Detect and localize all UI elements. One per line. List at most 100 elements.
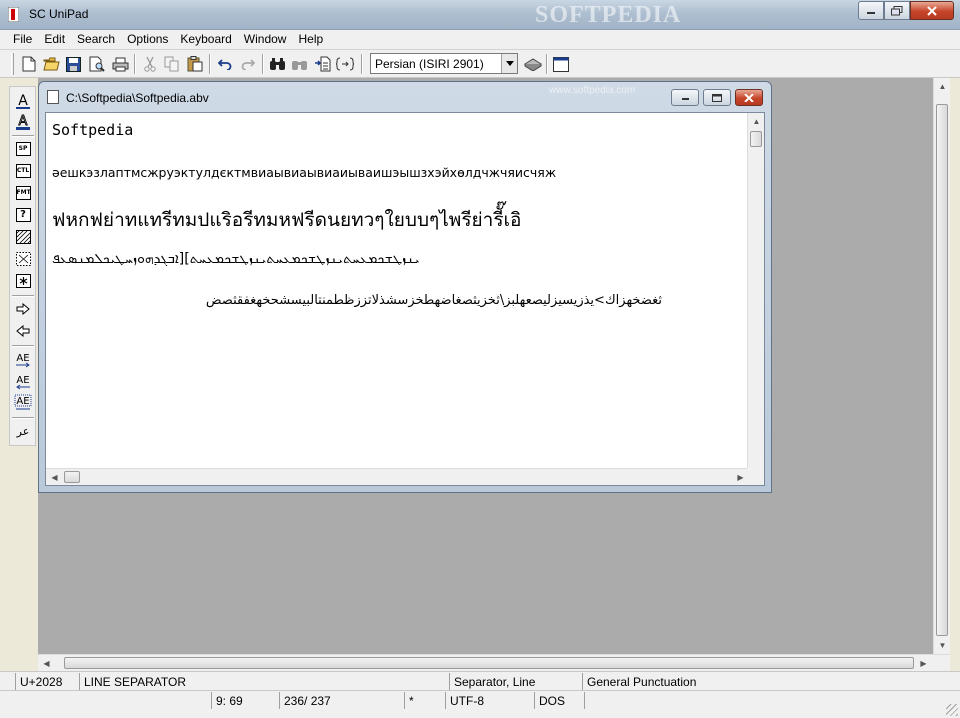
menu-file[interactable]: File bbox=[7, 30, 38, 49]
ltr-direction-button[interactable]: AE bbox=[13, 349, 33, 369]
window-layout-button[interactable] bbox=[550, 53, 572, 75]
menu-options[interactable]: Options bbox=[121, 30, 174, 49]
undo-button[interactable] bbox=[214, 53, 236, 75]
window-icon bbox=[553, 56, 569, 72]
hatch-icon bbox=[15, 230, 31, 244]
text-line: Softpedia bbox=[52, 121, 134, 139]
new-button[interactable] bbox=[18, 53, 40, 75]
minimize-button[interactable] bbox=[858, 1, 884, 20]
arabic-shaping-button[interactable]: عر bbox=[13, 421, 33, 441]
document-minimize-button[interactable] bbox=[671, 89, 699, 106]
maximize-icon bbox=[712, 93, 722, 102]
editor-scroll-left-arrow[interactable]: ◀ bbox=[46, 469, 63, 485]
text-line: ฟหกฟย่าทแทรีทมปแริอรีทมหฟรีดนยทวๆใยบบๆไพ… bbox=[52, 209, 522, 231]
maximize-button[interactable] bbox=[884, 1, 910, 20]
forward-button[interactable] bbox=[13, 299, 33, 319]
ctl-button[interactable]: CTL bbox=[13, 161, 33, 181]
save-button[interactable] bbox=[62, 53, 84, 75]
status-bar-document: 9: 69 236/ 237 * UTF-8 DOS bbox=[0, 690, 960, 718]
dotted-button[interactable] bbox=[13, 249, 33, 269]
back-button[interactable] bbox=[13, 321, 33, 341]
document-title: C:\Softpedia\Softpedia.abv bbox=[66, 91, 209, 105]
replace-button[interactable] bbox=[311, 53, 333, 75]
rtl-direction-button[interactable]: AE bbox=[13, 371, 33, 391]
fmt-icon: FMT bbox=[15, 186, 31, 200]
find-next-icon bbox=[291, 61, 307, 70]
goto-icon bbox=[336, 57, 354, 71]
editor-size-grip[interactable] bbox=[747, 468, 764, 485]
font-button[interactable]: A bbox=[13, 91, 33, 111]
keyboard-button[interactable] bbox=[522, 53, 544, 75]
editor-horizontal-scrollbar[interactable]: ◀ ▶ bbox=[46, 468, 749, 485]
font-outline-button[interactable]: A bbox=[13, 112, 33, 132]
text-line: ܝܢܙܛܫܟܡܥܚܬܝܢܙܛܫܟܡܥܚܬܝܢܙܛܫܟܡܥܚܬ][ܐܒܓܕܗܘܙܚ… bbox=[52, 251, 420, 267]
find-button[interactable] bbox=[266, 53, 288, 75]
document-maximize-button[interactable] bbox=[703, 89, 731, 106]
main-horizontal-thumb[interactable] bbox=[64, 657, 914, 669]
main-vertical-scrollbar[interactable]: ▲ ▼ bbox=[933, 78, 950, 654]
goto-button[interactable] bbox=[334, 53, 356, 75]
print-button[interactable] bbox=[109, 53, 131, 75]
ctl-icon: CTL bbox=[15, 164, 31, 178]
print-preview-button[interactable] bbox=[86, 53, 108, 75]
cut-icon bbox=[144, 56, 156, 72]
text-line: әешкэзлаптмсжруэктулдєктмвиаывиаывиаиыва… bbox=[52, 165, 557, 180]
svg-text:AE: AE bbox=[16, 375, 29, 386]
keyboard-layout-select[interactable]: Persian (ISIRI 2901) bbox=[370, 53, 518, 74]
redo-button[interactable] bbox=[237, 53, 259, 75]
restore-icon bbox=[891, 5, 903, 15]
open-folder-icon bbox=[42, 57, 60, 71]
editor-horizontal-thumb[interactable] bbox=[64, 471, 80, 483]
menu-edit[interactable]: Edit bbox=[38, 30, 71, 49]
star-icon bbox=[15, 274, 31, 288]
close-button[interactable] bbox=[910, 1, 954, 20]
svg-text:AE: AE bbox=[16, 396, 29, 407]
star-button[interactable] bbox=[13, 271, 33, 291]
menu-keyboard[interactable]: Keyboard bbox=[174, 30, 237, 49]
sp-button[interactable]: SP bbox=[13, 139, 33, 159]
open-button[interactable] bbox=[40, 53, 62, 75]
editor-vertical-scrollbar[interactable]: ▲ bbox=[747, 113, 764, 469]
rtl-text-icon: AE bbox=[16, 375, 30, 390]
window-size-grip[interactable] bbox=[946, 704, 958, 716]
editor-vertical-thumb[interactable] bbox=[750, 131, 762, 147]
menu-search[interactable]: Search bbox=[71, 30, 121, 49]
status-line-count: 236/ 237 bbox=[279, 692, 386, 709]
cut-button[interactable] bbox=[139, 53, 161, 75]
main-horizontal-scrollbar[interactable]: ◀ ▶ bbox=[38, 654, 950, 671]
app-title-bar[interactable]: SC UniPad SOFTPEDIA bbox=[0, 0, 960, 30]
watermark-logo: SOFTPEDIA bbox=[535, 2, 682, 28]
status-line-ending: DOS bbox=[534, 692, 584, 709]
dropdown-arrow[interactable] bbox=[501, 54, 517, 73]
keyboard-icon bbox=[524, 58, 542, 71]
scroll-up-arrow[interactable]: ▲ bbox=[934, 78, 951, 95]
hatch-button[interactable] bbox=[13, 227, 33, 247]
document-close-button[interactable] bbox=[735, 89, 763, 106]
vertical-toolbar: A A SP CTL FMT ? AE AE AE عر bbox=[9, 86, 36, 446]
status-char-category: Separator, Line bbox=[449, 673, 582, 690]
close-icon bbox=[744, 93, 754, 102]
paste-button[interactable] bbox=[184, 53, 206, 75]
menu-help[interactable]: Help bbox=[292, 30, 329, 49]
toolbar-grip[interactable] bbox=[11, 53, 14, 75]
text-line: ثغضخهزاك>يذزيسيزليصعهلبز\ثخزيثصغاضهطخزسش… bbox=[205, 293, 662, 308]
find-icon bbox=[269, 58, 285, 70]
copy-button[interactable] bbox=[161, 53, 183, 75]
sp-icon: SP bbox=[15, 142, 31, 156]
document-window[interactable]: C:\Softpedia\Softpedia.abv www.softpedia… bbox=[38, 81, 772, 493]
unknown-char-button[interactable]: ? bbox=[13, 205, 33, 225]
menu-window[interactable]: Window bbox=[238, 30, 293, 49]
find-next-button[interactable] bbox=[288, 53, 310, 75]
scroll-right-arrow[interactable]: ▶ bbox=[915, 655, 932, 672]
undo-icon bbox=[218, 59, 232, 70]
scroll-left-arrow[interactable]: ◀ bbox=[38, 655, 55, 672]
fmt-button[interactable]: FMT bbox=[13, 183, 33, 203]
main-vertical-thumb[interactable] bbox=[936, 104, 948, 636]
editor-scroll-up-arrow[interactable]: ▲ bbox=[748, 113, 764, 130]
document-watermark: www.softpedia.com bbox=[549, 85, 636, 96]
status-modified: * bbox=[404, 692, 445, 709]
bidi-direction-button[interactable]: AE bbox=[13, 393, 33, 413]
scroll-down-arrow[interactable]: ▼ bbox=[934, 637, 951, 654]
text-editor[interactable]: Softpedia әешкэзлаптмсжруэктулдєктмвиаыв… bbox=[45, 112, 765, 486]
minimize-icon bbox=[681, 98, 689, 100]
